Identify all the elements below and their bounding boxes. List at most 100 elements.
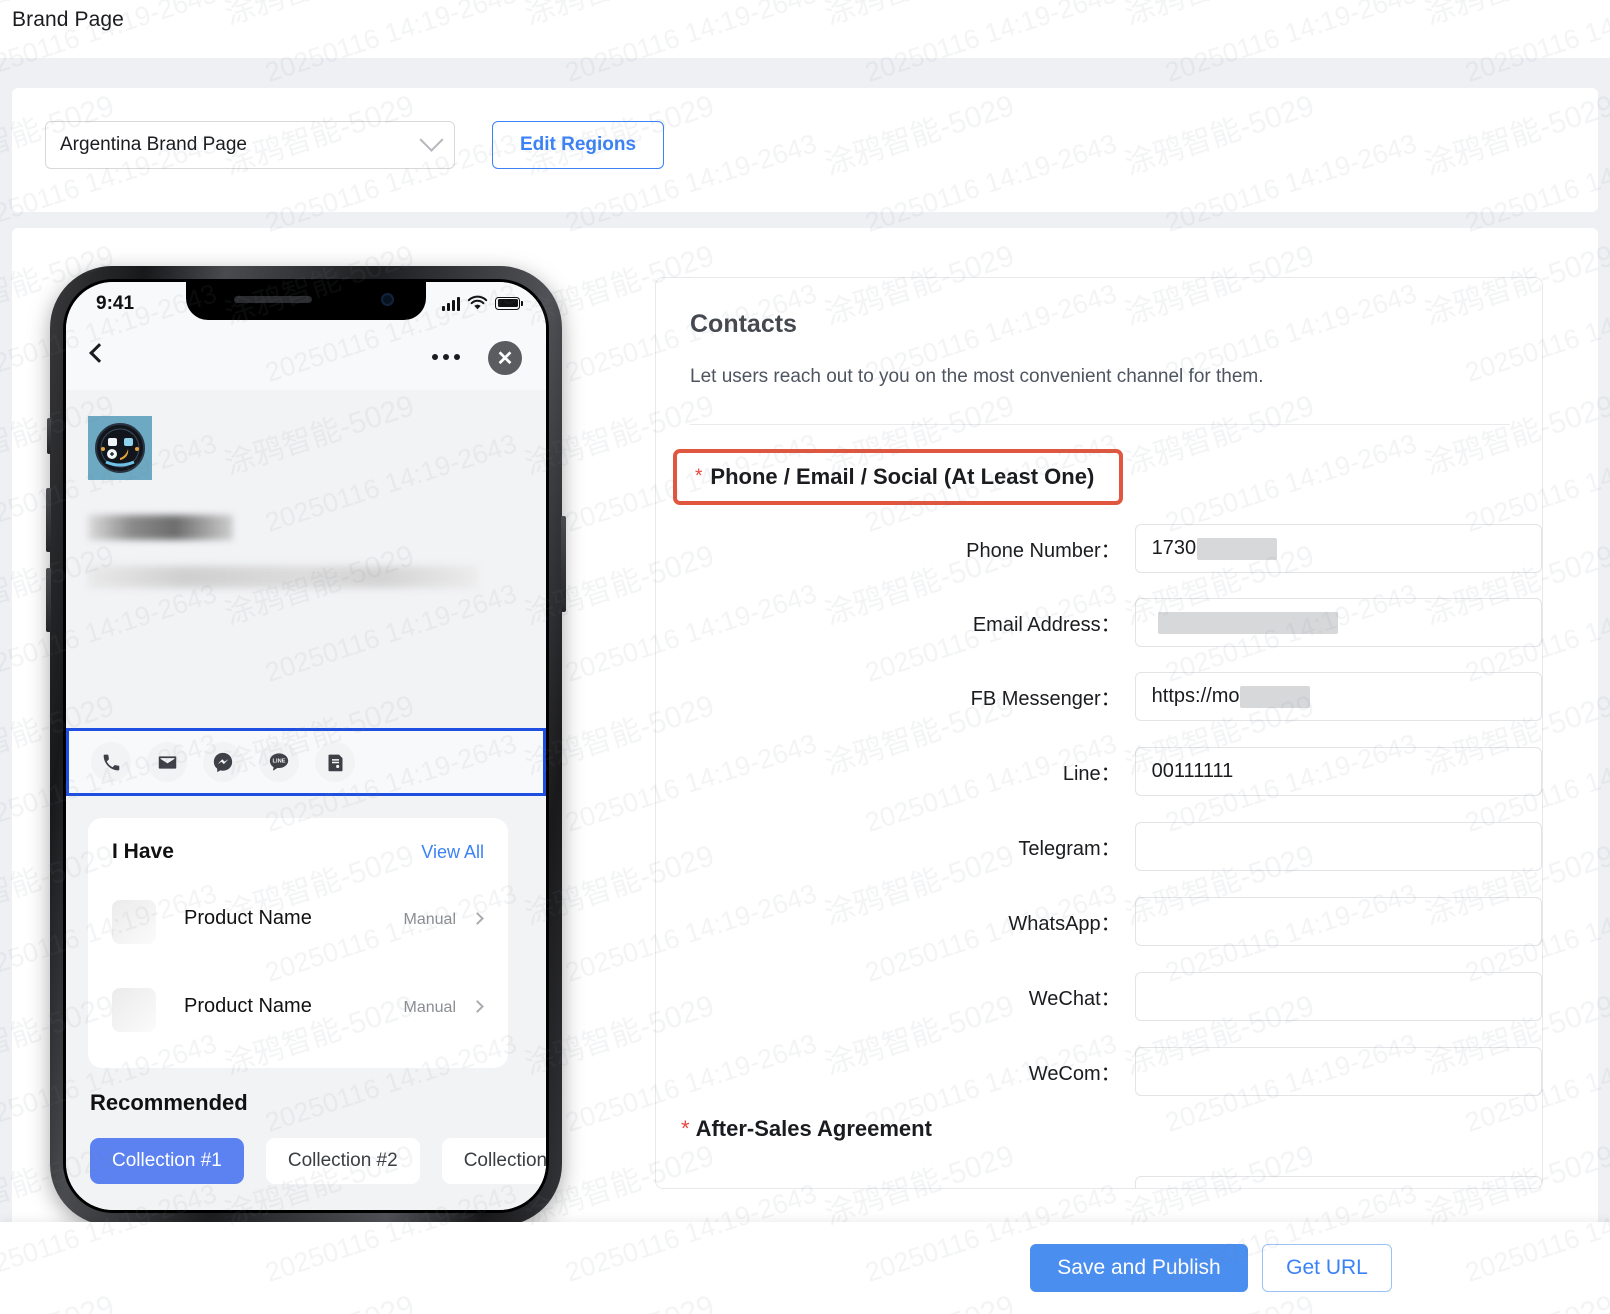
get-url-button[interactable]: Get URL: [1262, 1244, 1392, 1292]
edit-regions-button[interactable]: Edit Regions: [492, 121, 664, 169]
brand-logo: [88, 416, 152, 480]
phone-notch: [186, 282, 426, 320]
required-asterisk: *: [681, 1116, 690, 1141]
status-time: 9:41: [96, 293, 135, 314]
product-meta: Manual: [403, 999, 456, 1016]
field-label: WeCom：: [1028, 1063, 1121, 1085]
collection-tab-2[interactable]: Collection #2: [265, 1138, 420, 1184]
brand-desc-redacted: [88, 566, 478, 588]
wifi-icon: [467, 295, 488, 310]
save-and-publish-button[interactable]: Save and Publish: [1030, 1244, 1248, 1292]
required-group-highlight: * Phone / Email / Social (At Least One): [673, 449, 1123, 505]
phone-screen: 9:41 ✕ LINE I Have View All Product Name…: [66, 282, 546, 1210]
brand-header: [66, 390, 546, 620]
svg-text:LINE: LINE: [273, 759, 286, 765]
field-label: Email Address：: [972, 614, 1121, 636]
product-meta: Manual: [403, 911, 456, 928]
contacts-subtitle: Let users reach out to you on the most c…: [690, 366, 1264, 387]
phone-preview: 9:41 ✕ LINE I Have View All Product Name…: [46, 266, 566, 1226]
phone-navbar: ✕: [66, 328, 546, 390]
field-label: Telegram：: [1018, 838, 1121, 860]
required-group-label: Phone / Email / Social (At Least One): [710, 464, 1095, 489]
recommended-title: Recommended: [90, 1090, 248, 1115]
cellular-signal-icon: [442, 296, 460, 311]
i-have-card: I Have View All Product Name Manual Prod…: [88, 818, 508, 1068]
phone-number-input[interactable]: 1730: [1134, 524, 1542, 573]
field-row-fb-messenger: FB Messenger： https://mo: [656, 672, 1542, 721]
field-label: WhatsApp：: [1008, 913, 1121, 935]
phone-mute-switch: [47, 418, 51, 454]
divider: [690, 424, 1510, 425]
region-selector-card: Argentina Brand Page Edit Regions: [12, 88, 1598, 212]
phone-frame: 9:41 ✕ LINE I Have View All Product Name…: [46, 266, 566, 1226]
field-label: Phone Number：: [966, 540, 1121, 562]
field-label: *Website：: [656, 1186, 1135, 1188]
required-asterisk: *: [695, 466, 703, 487]
manual-icon[interactable]: [315, 742, 355, 782]
fb-messenger-input[interactable]: https://mo: [1134, 672, 1542, 721]
list-item[interactable]: Product Name Manual: [88, 972, 508, 1060]
field-value: 1730: [1151, 537, 1197, 559]
page-title: Brand Page: [12, 8, 124, 31]
i-have-title: I Have: [112, 840, 174, 863]
telegram-input[interactable]: [1134, 822, 1542, 871]
battery-icon: [495, 296, 523, 310]
chevron-right-icon: [471, 1000, 484, 1013]
phone-power-button: [561, 516, 566, 612]
line-input[interactable]: 00111111: [1134, 747, 1542, 796]
field-row-email-address: Email Address：: [656, 598, 1542, 647]
chevron-down-icon: [419, 127, 444, 152]
editor-card: 9:41 ✕ LINE I Have View All Product Name…: [12, 228, 1598, 1228]
email-address-input[interactable]: [1134, 598, 1542, 647]
action-footer: Save and Publish Get URL: [0, 1222, 1610, 1314]
back-icon[interactable]: [89, 343, 109, 363]
phone-volume-up-button: [46, 488, 51, 552]
product-thumbnail: [112, 900, 156, 944]
field-value: https://mo: [1151, 685, 1240, 707]
section-label: After-Sales Agreement: [695, 1116, 932, 1141]
wechat-input[interactable]: [1134, 972, 1542, 1021]
page-titlebar: Brand Page: [0, 0, 1610, 58]
field-row-wecom: WeCom：: [656, 1047, 1542, 1096]
view-all-link[interactable]: View All: [421, 842, 484, 863]
more-options-icon[interactable]: [432, 354, 460, 360]
whatsapp-input[interactable]: [1134, 897, 1542, 946]
website-select[interactable]: Enter new Url: [1134, 1176, 1542, 1188]
close-icon[interactable]: ✕: [488, 341, 522, 375]
phone-volume-down-button: [46, 568, 51, 632]
product-name: Product Name: [184, 907, 312, 929]
field-label: Line：: [1062, 763, 1121, 785]
contact-icons-row[interactable]: LINE: [66, 728, 546, 796]
field-row-wechat: WeChat：: [656, 972, 1542, 1021]
redacted-value: [1157, 611, 1338, 634]
field-row-telegram: Telegram：: [656, 822, 1542, 871]
field-row-line: Line： 00111111: [656, 747, 1542, 796]
collection-tab-1[interactable]: Collection #1: [90, 1138, 244, 1184]
field-row-website: *Website： Enter new Url: [656, 1176, 1542, 1188]
wecom-input[interactable]: [1134, 1047, 1542, 1096]
contacts-panel: Contacts Let users reach out to you on t…: [655, 277, 1543, 1189]
contacts-title: Contacts: [690, 310, 797, 338]
field-row-whatsapp: WhatsApp：: [656, 897, 1542, 946]
list-item[interactable]: Product Name Manual: [88, 884, 508, 972]
brand-name-redacted: [88, 515, 233, 540]
field-label: FB Messenger：: [970, 688, 1121, 710]
phone-icon[interactable]: [91, 742, 131, 782]
redacted-value: [1197, 537, 1278, 560]
after-sales-section-title: * After-Sales Agreement: [681, 1116, 932, 1142]
field-label: WeChat：: [1028, 988, 1121, 1010]
region-select[interactable]: Argentina Brand Page: [45, 121, 455, 169]
field-row-phone-number: Phone Number： 1730: [656, 524, 1542, 573]
chevron-down-icon: [1504, 1182, 1529, 1188]
product-thumbnail: [112, 988, 156, 1032]
chevron-right-icon: [471, 912, 484, 925]
collection-tabs: Collection #1 Collection #2 Collection #…: [90, 1138, 546, 1184]
brand-page-body: LINE I Have View All Product Name Manual…: [66, 390, 546, 1210]
messenger-icon[interactable]: [203, 742, 243, 782]
product-name: Product Name: [184, 995, 312, 1017]
line-icon[interactable]: LINE: [259, 742, 299, 782]
email-icon[interactable]: [147, 742, 187, 782]
field-value: 00111111: [1151, 760, 1234, 782]
collection-tab-3[interactable]: Collection #3: [441, 1138, 546, 1184]
redacted-value: [1240, 685, 1311, 708]
